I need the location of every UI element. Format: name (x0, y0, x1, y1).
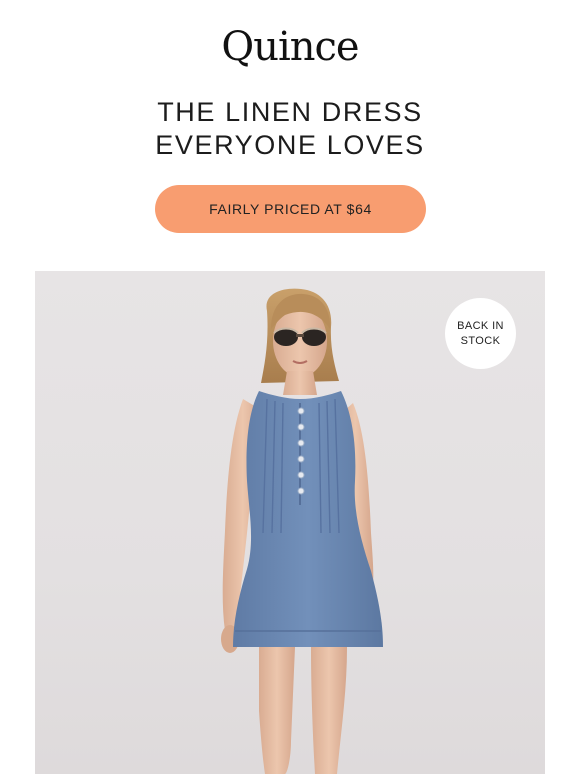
page-headline: THE LINEN DRESS EVERYONE LOVES (0, 96, 580, 162)
brand-logo[interactable]: Quince (0, 22, 580, 72)
hero-image[interactable]: BACK IN STOCK (35, 271, 545, 774)
back-in-stock-badge: BACK IN STOCK (445, 298, 516, 369)
badge-line-1: BACK IN (457, 319, 504, 332)
headline-line-1: THE LINEN DRESS (157, 97, 423, 127)
badge-line-2: STOCK (460, 334, 501, 347)
price-cta-button[interactable]: FAIRLY PRICED AT $64 (155, 185, 426, 233)
headline-line-2: EVERYONE LOVES (155, 130, 425, 160)
